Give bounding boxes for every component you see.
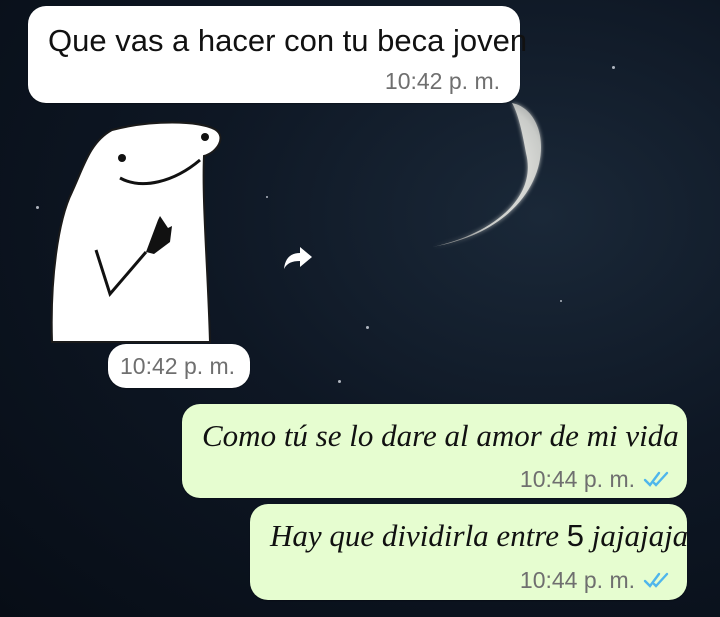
outgoing-message[interactable]: Como tú se lo dare al amor de mi vida 10… bbox=[182, 404, 687, 498]
message-text-number: 5 bbox=[566, 518, 584, 553]
message-time: 10:44 p. m. bbox=[519, 567, 635, 593]
incoming-message[interactable]: Que vas a hacer con tu beca joven 10:42 … bbox=[28, 6, 527, 103]
sticker-timestamp: 10:42 p. m. bbox=[108, 344, 250, 388]
message-time: 10:42 p. m. bbox=[120, 353, 236, 379]
star bbox=[560, 300, 562, 302]
star bbox=[338, 380, 341, 383]
message-text: Hay que dividirla entre 5 jajajaja bbox=[270, 518, 688, 554]
flork-pointing-sticker[interactable] bbox=[50, 120, 230, 345]
star bbox=[266, 196, 268, 198]
message-time: 10:42 p. m. bbox=[384, 68, 500, 94]
forward-arrow-icon[interactable] bbox=[282, 244, 314, 272]
double-check-icon bbox=[643, 572, 669, 588]
double-check-icon bbox=[643, 471, 669, 487]
message-time: 10:44 p. m. bbox=[519, 466, 635, 492]
crescent-moon bbox=[432, 103, 542, 247]
message-text-part: Hay que dividirla entre bbox=[270, 518, 567, 553]
outgoing-message[interactable]: Hay que dividirla entre 5 jajajaja 10:44… bbox=[250, 504, 688, 600]
message-text-part: jajajaja bbox=[583, 518, 689, 553]
message-text: Que vas a hacer con tu beca joven bbox=[48, 23, 528, 58]
star bbox=[36, 206, 39, 209]
message-text: Como tú se lo dare al amor de mi vida bbox=[202, 418, 679, 453]
star bbox=[366, 326, 369, 329]
star bbox=[612, 66, 615, 69]
